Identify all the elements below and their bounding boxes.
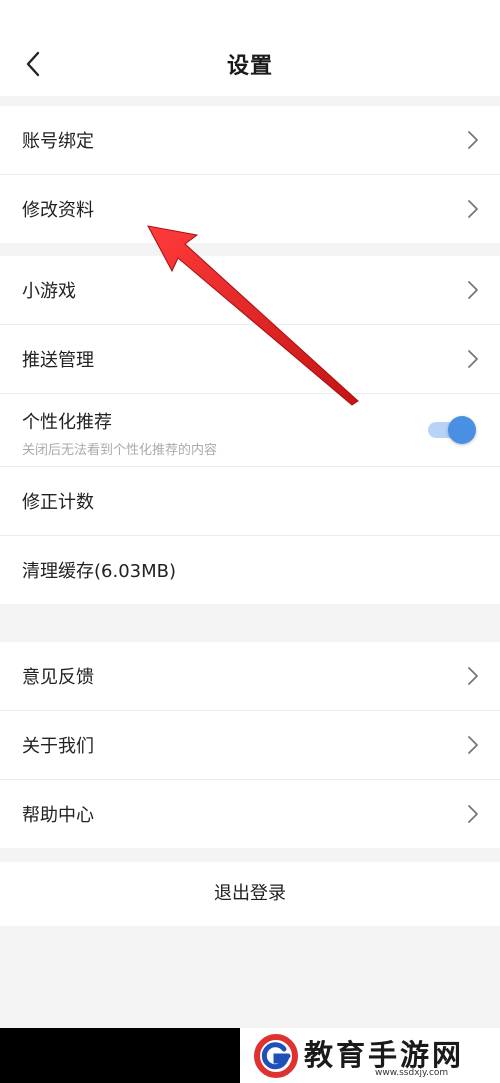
row-label: 帮助中心 xyxy=(22,805,94,826)
brand-logo-icon xyxy=(254,1034,298,1078)
bottom-bar: 教育手游网 www.ssdxjy.com xyxy=(0,1028,500,1083)
chevron-right-icon xyxy=(468,200,478,218)
personalized-toggle[interactable] xyxy=(428,416,476,444)
watermark-url: www.ssdxjy.com xyxy=(375,1068,449,1078)
row-label: 清理缓存(6.03MB) xyxy=(22,561,177,582)
row-label: 小游戏 xyxy=(22,281,76,302)
row-description: 关闭后无法看到个性化推荐的内容 xyxy=(22,443,218,458)
row-label: 账号绑定 xyxy=(22,131,94,152)
row-account-binding[interactable]: 账号绑定 xyxy=(0,106,500,175)
toggle-knob xyxy=(448,416,476,444)
header-bar: 设置 xyxy=(0,0,500,96)
chevron-right-icon xyxy=(468,350,478,368)
row-correct-count[interactable]: 修正计数 xyxy=(0,467,500,536)
row-label: 修改资料 xyxy=(22,200,94,221)
page-title: 设置 xyxy=(226,54,273,79)
settings-group-support: 意见反馈 关于我们 帮助中心 xyxy=(0,642,500,848)
row-mini-games[interactable]: 小游戏 xyxy=(0,256,500,325)
logout-button[interactable]: 退出登录 xyxy=(0,862,500,926)
row-label: 个性化推荐 xyxy=(22,412,112,433)
row-label: 关于我们 xyxy=(22,736,94,757)
row-label: 推送管理 xyxy=(22,350,94,371)
row-label: 修正计数 xyxy=(22,492,94,513)
row-clear-cache[interactable]: 清理缓存(6.03MB) xyxy=(0,536,500,604)
row-edit-profile[interactable]: 修改资料 xyxy=(0,175,500,243)
chevron-right-icon xyxy=(468,131,478,149)
settings-group-general: 小游戏 推送管理 个性化推荐 关闭后无法看到个性化推荐的内容 修正计数 清理缓存… xyxy=(0,256,500,604)
row-label: 意见反馈 xyxy=(22,667,94,688)
row-push-management[interactable]: 推送管理 xyxy=(0,325,500,394)
watermark: 教育手游网 www.ssdxjy.com xyxy=(240,1028,500,1083)
chevron-right-icon xyxy=(468,667,478,685)
row-help-center[interactable]: 帮助中心 xyxy=(0,780,500,848)
row-about-us[interactable]: 关于我们 xyxy=(0,711,500,780)
row-feedback[interactable]: 意见反馈 xyxy=(0,642,500,711)
settings-group-account: 账号绑定 修改资料 xyxy=(0,106,500,243)
chevron-right-icon xyxy=(468,805,478,823)
chevron-right-icon xyxy=(468,736,478,754)
row-personalized-recommendation: 个性化推荐 关闭后无法看到个性化推荐的内容 xyxy=(0,394,500,467)
chevron-right-icon xyxy=(468,281,478,299)
